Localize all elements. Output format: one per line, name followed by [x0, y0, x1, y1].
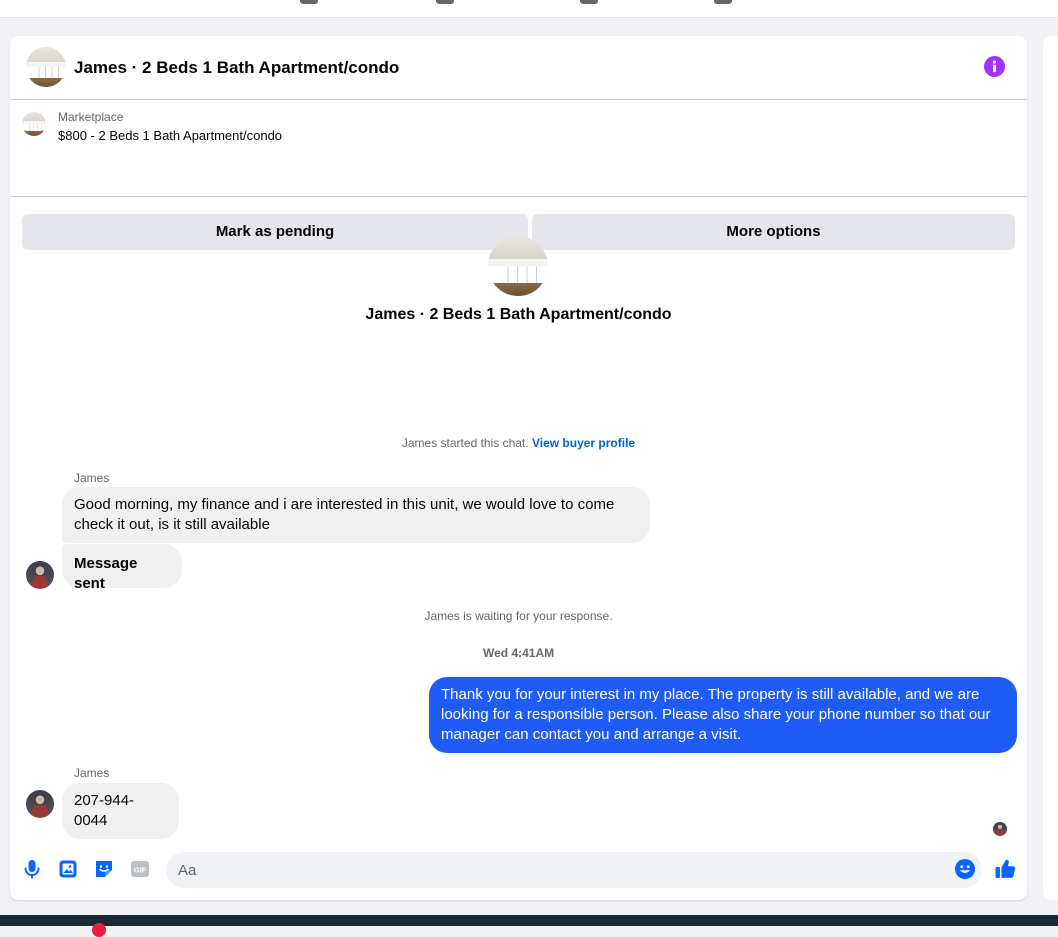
marketplace-label: Marketplace	[58, 110, 124, 124]
gif-icon[interactable]: GIF	[129, 858, 151, 880]
outgoing-message[interactable]: Thank you for your interest in my place.…	[429, 677, 1017, 753]
read-receipt-avatar	[993, 822, 1007, 836]
chat-header: James · 2 Beds 1 Bath Apartment/condo	[10, 36, 1027, 100]
notification-dot	[92, 923, 106, 937]
nav-tab-indicator[interactable]	[580, 0, 598, 4]
view-buyer-profile-link[interactable]: View buyer profile	[532, 436, 635, 450]
intro-listing-avatar	[488, 236, 548, 296]
more-options-button[interactable]: More options	[532, 214, 1015, 250]
message-input[interactable]	[166, 852, 982, 888]
info-icon[interactable]	[984, 56, 1005, 77]
right-side-panel	[1043, 36, 1058, 900]
sticker-icon[interactable]	[93, 858, 115, 880]
listing-price-title[interactable]: $800 - 2 Beds 1 Bath Apartment/condo	[58, 128, 282, 143]
thumbs-up-icon[interactable]	[994, 858, 1016, 880]
svg-text:GIF: GIF	[134, 866, 147, 875]
image-icon[interactable]	[57, 858, 79, 880]
message-sender: James	[74, 471, 110, 485]
chat-started-text: James started this chat.	[401, 436, 529, 450]
mark-as-pending-button[interactable]: Mark as pending	[22, 214, 528, 250]
message-sender: James	[74, 766, 110, 780]
top-navigation-bar	[0, 0, 1058, 18]
intro-title: James · 2 Beds 1 Bath Apartment/condo	[365, 306, 672, 323]
chat-window: James · 2 Beds 1 Bath Apartment/condo Ma…	[10, 36, 1027, 900]
marketplace-listing-panel: Marketplace $800 - 2 Beds 1 Bath Apartme…	[10, 100, 1027, 250]
chat-title[interactable]: James · 2 Beds 1 Bath Apartment/condo	[74, 58, 399, 78]
waiting-notice: James is waiting for your response.	[424, 609, 613, 623]
listing-avatar[interactable]	[26, 47, 66, 87]
nav-tab-indicator[interactable]	[714, 0, 732, 4]
sender-avatar[interactable]	[26, 561, 54, 589]
chat-started-notice: James started this chat. View buyer prof…	[10, 436, 1027, 450]
listing-thumbnail[interactable]	[22, 112, 46, 136]
incoming-message[interactable]: 207-944-0044	[62, 783, 179, 839]
sender-avatar[interactable]	[26, 790, 54, 818]
taskbar	[0, 915, 1058, 937]
incoming-message[interactable]: Message sent	[62, 544, 182, 592]
emoji-icon[interactable]	[954, 858, 976, 880]
nav-tab-indicator[interactable]	[300, 0, 318, 4]
message-composer: GIF	[10, 848, 1027, 892]
message-timestamp: Wed 4:41AM	[483, 646, 555, 660]
incoming-message[interactable]: Good morning, my finance and i are inter…	[62, 487, 650, 543]
microphone-icon[interactable]	[21, 858, 43, 880]
nav-tab-indicator[interactable]	[436, 0, 454, 4]
